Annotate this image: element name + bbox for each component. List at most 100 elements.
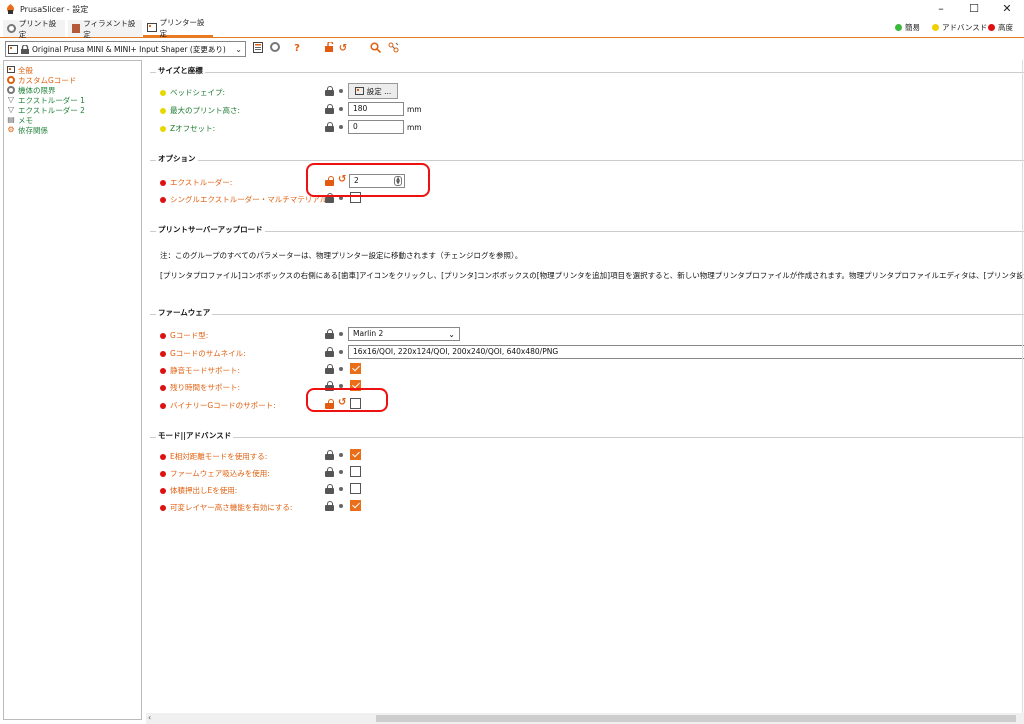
group-title: ファームウェア — [156, 307, 213, 318]
unlock-icon[interactable] — [323, 41, 337, 56]
row-gcode-flavor: Gコード型: Marlin 2 ⌄ — [150, 326, 1024, 342]
horizontal-scrollbar[interactable]: ‹ — [146, 713, 1024, 724]
gear-icon — [7, 76, 15, 84]
highlight-binary-gcode — [306, 388, 388, 412]
gcode-thumbnails-input[interactable]: 16x16/QOI, 220x124/QOI, 200x240/QOI, 640… — [348, 345, 1024, 359]
option-label: E相対距離モードを使用する: — [160, 451, 267, 462]
save-preset-icon[interactable] — [251, 42, 265, 56]
z-offset-input[interactable]: 0 — [348, 120, 404, 134]
option-label: バイナリーGコードのサポート: — [160, 400, 276, 411]
sidebar-item-dependencies[interactable]: ⚙ 依存関係 — [4, 125, 141, 135]
bullet-icon — [339, 470, 343, 474]
lock-icon[interactable] — [325, 86, 334, 96]
sidebar-item-label: 依存関係 — [18, 125, 48, 135]
gcode-flavor-select[interactable]: Marlin 2 ⌄ — [348, 327, 460, 341]
scroll-left-arrow-icon[interactable]: ‹ — [148, 713, 151, 722]
red-dot-icon — [160, 179, 166, 186]
prusaslicer-logo-icon — [6, 4, 15, 14]
lock-icon[interactable] — [325, 484, 334, 494]
group-print-host-upload: プリントサーバーアップロード 注：このグループのすべてのパラメーターは、物理プリ… — [150, 224, 1024, 291]
row-gcode-thumbnails: Gコードのサムネイル: 16x16/QOI, 220x124/QOI, 200x… — [150, 344, 1024, 360]
lock-icon[interactable] — [325, 329, 334, 339]
sidebar-item-general[interactable]: 全般 — [4, 65, 141, 75]
red-dot-icon — [160, 504, 166, 511]
window-title: PrusaSlicer - 設定 — [20, 5, 89, 14]
sidebar-item-notes[interactable]: ▤ メモ — [4, 115, 141, 125]
close-button[interactable]: ✕ — [990, 0, 1024, 18]
firmware-retraction-checkbox[interactable] — [350, 466, 361, 477]
mode-label: アドバンスド — [942, 23, 988, 32]
mode-simple-button[interactable]: 簡易 — [895, 22, 920, 33]
row-single-extruder-multi-material: シングルエクストルーダー・マルチマテリアル: — [150, 190, 1024, 206]
lock-icon[interactable] — [325, 364, 334, 374]
red-dot-icon — [160, 384, 166, 391]
option-label: エクストルーダー: — [160, 177, 232, 188]
gear-icon — [7, 86, 15, 94]
option-label: Zオフセット: — [160, 123, 215, 134]
group-mode-advanced: モード||アドバンスド E相対距離モードを使用する: ファームウェア吸込みを使用… — [150, 430, 1024, 517]
upload-note-text: 注：このグループのすべてのパラメーターは、物理プリンター設定に移動されます（チェ… — [160, 251, 523, 260]
red-dot-icon — [160, 332, 166, 339]
volumetric-e-checkbox[interactable] — [350, 483, 361, 494]
lock-icon[interactable] — [325, 501, 334, 511]
mode-expert-button[interactable]: 高度 — [988, 22, 1013, 33]
lock-icon[interactable] — [325, 467, 334, 477]
group-title: モード||アドバンスド — [156, 430, 234, 441]
title-bar: PrusaSlicer - 設定 – ☐ ✕ — [0, 0, 1024, 18]
printer-preset-select[interactable]: Original Prusa MINI & MINI+ Input Shaper… — [5, 41, 246, 57]
settings-page-tree: 全般 カスタムGコード 機体の限界 ▽ エクストルーダー 1 ▽ エクストルーダ… — [3, 60, 142, 720]
group-title: プリントサーバーアップロード — [156, 224, 265, 235]
bullet-icon — [339, 504, 343, 508]
bullet-icon — [339, 89, 343, 93]
lock-icon[interactable] — [325, 104, 334, 114]
funnel-icon: ▽ — [7, 105, 15, 114]
tab-filament-settings[interactable]: フィラメント設定 — [68, 19, 142, 39]
sidebar-item-extruder-2[interactable]: ▽ エクストルーダー 2 — [4, 105, 141, 115]
group-size-coordinates: サイズと座標 ベッドシェイプ: 設定 ... 最大のプリント高さ: 180 mm… — [150, 65, 1024, 142]
group-title: サイズと座標 — [156, 65, 205, 76]
sidebar-item-machine-limits[interactable]: 機体の限界 — [4, 85, 141, 95]
scrollbar-thumb[interactable] — [376, 715, 1016, 722]
search-icon[interactable] — [368, 42, 382, 56]
option-label: Gコード型: — [160, 330, 208, 341]
yellow-dot-icon — [932, 24, 939, 31]
row-silent-mode: 静音モードサポート: — [150, 361, 1024, 377]
relative-e-checkbox[interactable] — [350, 449, 361, 460]
physical-printer-gear-icon[interactable] — [268, 42, 282, 56]
mode-advanced-button[interactable]: アドバンスド — [932, 22, 987, 33]
bullet-icon — [339, 107, 343, 111]
yellow-dot-icon — [160, 125, 166, 132]
lock-icon[interactable] — [325, 347, 334, 357]
unit-label: mm — [407, 105, 422, 114]
sidebar-item-custom-gcode[interactable]: カスタムGコード — [4, 75, 141, 85]
help-icon[interactable]: ? — [290, 42, 304, 56]
lock-icon[interactable] — [325, 450, 334, 460]
settings-tab-bar: プリント設定 フィラメント設定 プリンター設定 簡易 アドバンスド 高度 — [0, 18, 1024, 39]
upload-note-text-2: [プリンタプロファイル]コンボボックスの右側にある[歯車]アイコンをクリックし、… — [160, 271, 1024, 280]
tab-print-settings[interactable]: プリント設定 — [3, 19, 65, 39]
row-variable-layer-height: 可変レイヤー高さ機能を有効にする: — [150, 498, 1024, 514]
bed-shape-settings-button[interactable]: 設定 ... — [348, 83, 398, 99]
silent-mode-checkbox[interactable] — [350, 363, 361, 374]
group-options: オプション エクストルーダー: ↺ 2 ▲ ▼ シングルエクストルーダー・マルチマ… — [150, 153, 1024, 210]
sidebar-item-extruder-1[interactable]: ▽ エクストルーダー 1 — [4, 95, 141, 105]
compare-presets-icon[interactable] — [386, 42, 400, 56]
lock-icon[interactable] — [325, 122, 334, 132]
option-label: 最大のプリント高さ: — [160, 105, 240, 116]
minimize-button[interactable]: – — [924, 0, 958, 18]
printer-icon — [8, 44, 18, 54]
bullet-icon — [339, 367, 343, 371]
row-remaining-time: 残り時間をサポート: — [150, 378, 1024, 394]
row-firmware-retraction: ファームウェア吸込みを使用: — [150, 464, 1024, 480]
yellow-dot-icon — [160, 89, 166, 96]
tab-printer-settings[interactable]: プリンター設定 — [143, 18, 213, 38]
variable-layer-height-checkbox[interactable] — [350, 500, 361, 511]
option-label: Gコードのサムネイル: — [160, 348, 246, 359]
option-label: 残り時間をサポート: — [160, 382, 240, 393]
bullet-icon — [339, 125, 343, 129]
lock-icon — [21, 44, 29, 54]
maximize-button[interactable]: ☐ — [957, 0, 991, 18]
undo-arrow-icon[interactable]: ↺ — [336, 42, 350, 56]
max-print-height-input[interactable]: 180 — [348, 102, 404, 116]
gear-icon — [7, 24, 16, 33]
